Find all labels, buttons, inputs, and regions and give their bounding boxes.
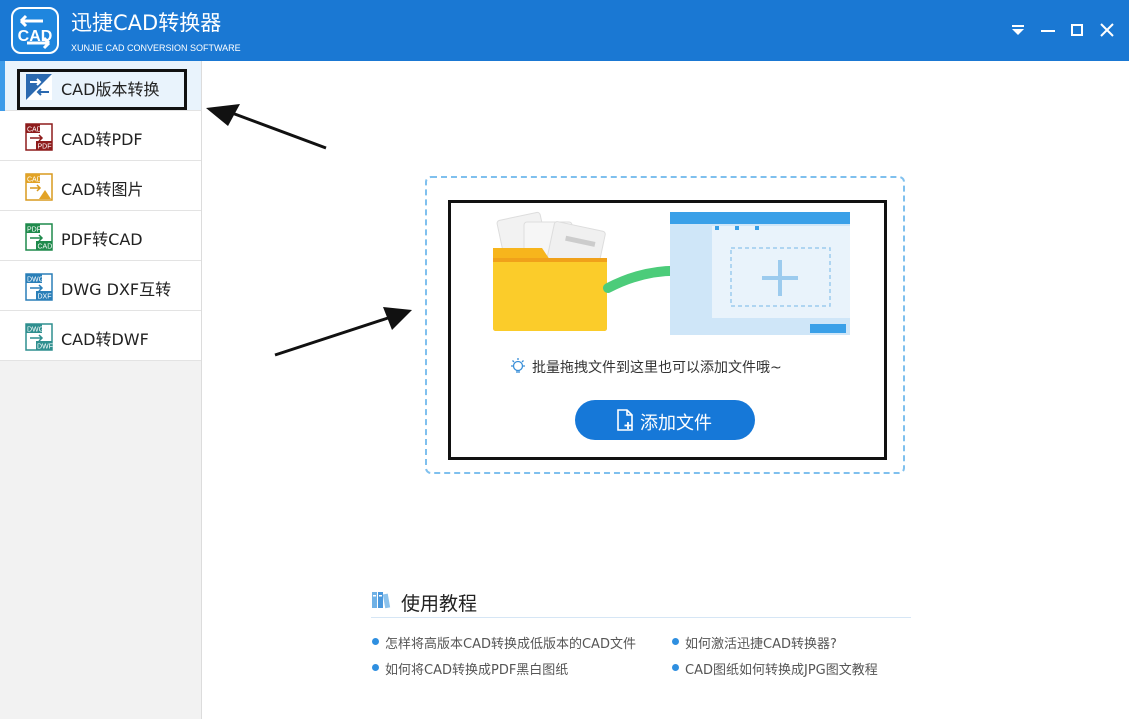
sidebar-item-pdf-to-cad[interactable]: PDF CAD PDF转CAD bbox=[0, 211, 201, 261]
svg-text:CAD: CAD bbox=[27, 127, 42, 134]
tutorial-link-text: 怎样将高版本CAD转换成低版本的CAD文件 bbox=[385, 637, 636, 652]
tutorial-title: 使用教程 bbox=[401, 593, 478, 615]
close-button[interactable] bbox=[1093, 16, 1121, 44]
maximize-button[interactable] bbox=[1063, 16, 1091, 44]
annotation-arrow-to-sidebar bbox=[206, 104, 327, 150]
svg-text:PDF: PDF bbox=[38, 144, 52, 151]
cad-to-image-icon: CAD bbox=[25, 173, 53, 201]
svg-text:DWG: DWG bbox=[27, 327, 44, 334]
dropdown-menu-button[interactable] bbox=[1004, 16, 1032, 44]
app-subtitle: XUNJIE CAD CONVERSION SOFTWARE bbox=[71, 43, 241, 53]
active-indicator bbox=[0, 61, 5, 111]
sidebar: CAD版本转换 CAD PDF CAD转PDF CAD CAD转图片 PDF C… bbox=[0, 61, 202, 719]
drag-files-illustration bbox=[493, 211, 850, 335]
cad-to-dwf-icon: DWG DWF bbox=[25, 323, 53, 351]
add-file-button-label: 添加文件 bbox=[640, 413, 712, 434]
minimize-icon bbox=[1041, 30, 1055, 32]
app-title: 迅捷CAD转换器 bbox=[71, 11, 222, 35]
bullet-icon bbox=[672, 664, 679, 671]
tutorial-link-text: 如何将CAD转换成PDF黑白图纸 bbox=[385, 663, 569, 678]
app-logo: CAD bbox=[11, 7, 59, 54]
annotation-highlight-box bbox=[17, 69, 187, 110]
svg-text:DWF: DWF bbox=[37, 344, 53, 351]
pdf-to-cad-icon: PDF CAD bbox=[25, 223, 53, 251]
svg-text:CAD: CAD bbox=[27, 177, 42, 184]
bullet-icon bbox=[372, 664, 379, 671]
svg-text:PDF: PDF bbox=[27, 227, 41, 234]
add-file-button[interactable]: 添加文件 bbox=[575, 400, 755, 440]
svg-text:DWG: DWG bbox=[27, 277, 44, 284]
tutorial-divider bbox=[371, 617, 911, 618]
cad-to-pdf-icon: CAD PDF bbox=[25, 123, 53, 151]
dwg-dxf-convert-icon: DWG DXF bbox=[25, 273, 53, 301]
logo-text: CAD bbox=[17, 28, 53, 45]
svg-text:CAD: CAD bbox=[38, 244, 53, 251]
sidebar-item-label: DWG DXF互转 bbox=[61, 280, 172, 299]
tutorial-link-text: 如何激活迅捷CAD转换器? bbox=[685, 637, 837, 652]
sidebar-item-label: CAD转PDF bbox=[61, 130, 143, 149]
folder-icon bbox=[493, 248, 607, 331]
sidebar-item-dwg-dxf-convert[interactable]: DWG DXF DWG DXF互转 bbox=[0, 261, 201, 311]
lightbulb-icon bbox=[511, 358, 525, 373]
sidebar-item-cad-to-pdf[interactable]: CAD PDF CAD转PDF bbox=[0, 111, 201, 161]
app-window-icon bbox=[670, 212, 850, 335]
tutorial-link-text: CAD图纸如何转换成JPG图文教程 bbox=[685, 663, 878, 678]
sidebar-item-cad-to-image[interactable]: CAD CAD转图片 bbox=[0, 161, 201, 211]
maximize-icon bbox=[1071, 24, 1083, 36]
title-bar: CAD 迅捷CAD转换器 XUNJIE CAD CONVERSION SOFTW… bbox=[0, 0, 1129, 61]
bullet-icon bbox=[672, 638, 679, 645]
sidebar-item-cad-to-dwf[interactable]: DWG DWF CAD转DWF bbox=[0, 311, 201, 361]
sidebar-item-label: CAD转DWF bbox=[61, 330, 149, 349]
add-file-icon bbox=[617, 409, 633, 431]
annotation-arrow-to-dropzone bbox=[274, 307, 412, 357]
bullet-icon bbox=[372, 638, 379, 645]
sidebar-item-label: PDF转CAD bbox=[61, 230, 143, 249]
books-icon bbox=[372, 592, 391, 609]
svg-text:DXF: DXF bbox=[38, 294, 52, 301]
close-icon bbox=[1100, 23, 1114, 37]
minimize-button[interactable] bbox=[1034, 16, 1062, 44]
dropdown-menu-icon bbox=[1012, 25, 1024, 35]
drop-hint-text: 批量拖拽文件到这里也可以添加文件哦~ bbox=[532, 360, 782, 376]
sidebar-item-label: CAD转图片 bbox=[61, 180, 144, 199]
